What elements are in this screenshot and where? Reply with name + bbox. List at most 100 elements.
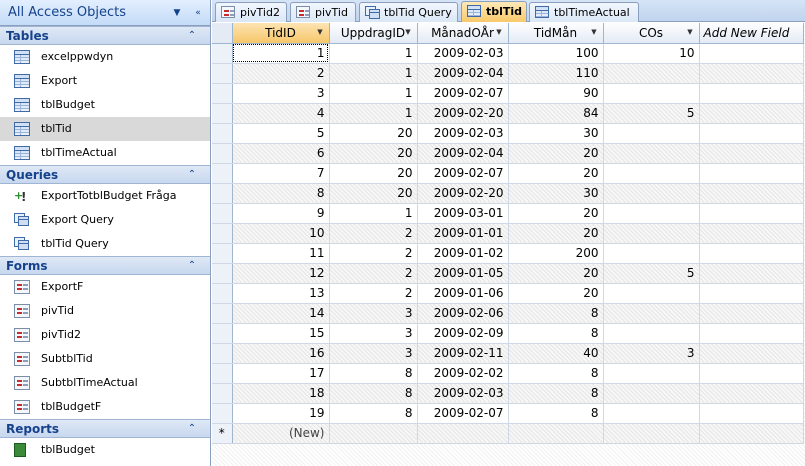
new-record-cell[interactable] xyxy=(508,423,604,444)
new-record-cell[interactable] xyxy=(417,423,509,444)
cell-add-new-field[interactable] xyxy=(699,203,804,224)
cell-tidid[interactable]: 11 xyxy=(232,243,330,264)
record-selector[interactable] xyxy=(212,343,233,364)
record-selector[interactable] xyxy=(212,183,233,204)
cell-månadoår[interactable]: 2009-02-06 xyxy=(417,303,509,324)
cell-add-new-field[interactable] xyxy=(699,43,804,64)
table-row[interactable]: 16 3 2009-02-11 40 3 xyxy=(212,343,804,364)
cell-månadoår[interactable]: 2009-02-02 xyxy=(417,363,509,384)
cell-tidid[interactable]: 10 xyxy=(232,223,330,244)
nav-item-tbltid-query[interactable]: tblTid Query xyxy=(0,232,210,256)
new-record-label[interactable]: (New) xyxy=(232,423,330,444)
table-row[interactable]: 19 8 2009-02-07 8 xyxy=(212,403,804,424)
record-selector[interactable] xyxy=(212,103,233,124)
cell-uppdragid[interactable]: 1 xyxy=(329,103,418,124)
cell-tidmån[interactable]: 20 xyxy=(508,283,604,304)
cell-tidmån[interactable]: 8 xyxy=(508,383,604,404)
cell-tidid[interactable]: 5 xyxy=(232,123,330,144)
navigation-pane-title[interactable]: All Access Objects xyxy=(8,5,126,20)
cell-månadoår[interactable]: 2009-02-03 xyxy=(417,123,509,144)
cell-månadoår[interactable]: 2009-02-04 xyxy=(417,63,509,84)
cell-tidid[interactable]: 4 xyxy=(232,103,330,124)
column-dropdown-icon[interactable]: ▼ xyxy=(315,27,326,38)
cell-cos[interactable] xyxy=(603,183,700,204)
cell-add-new-field[interactable] xyxy=(699,403,804,424)
record-selector[interactable] xyxy=(212,163,233,184)
table-row[interactable]: 1 1 2009-02-03 100 10 xyxy=(212,43,804,64)
chevron-down-icon[interactable]: ▼ xyxy=(170,6,184,20)
cell-uppdragid[interactable]: 1 xyxy=(329,63,418,84)
record-selector[interactable] xyxy=(212,223,233,244)
cell-uppdragid[interactable]: 3 xyxy=(329,323,418,344)
cell-add-new-field[interactable] xyxy=(699,163,804,184)
table-row[interactable]: 14 3 2009-02-06 8 xyxy=(212,303,804,324)
nav-item-excelppwdyn[interactable]: excelppwdyn xyxy=(0,45,210,69)
cell-tidmån[interactable]: 8 xyxy=(508,303,604,324)
cell-add-new-field[interactable] xyxy=(699,103,804,124)
table-row[interactable]: 11 2 2009-01-02 200 xyxy=(212,243,804,264)
table-row[interactable]: 7 20 2009-02-07 20 xyxy=(212,163,804,184)
cell-månadoår[interactable]: 2009-01-02 xyxy=(417,243,509,264)
cell-uppdragid[interactable]: 20 xyxy=(329,163,418,184)
cell-tidmån[interactable]: 20 xyxy=(508,143,604,164)
cell-cos[interactable]: 3 xyxy=(603,343,700,364)
cell-cos[interactable] xyxy=(603,63,700,84)
select-all-cell[interactable] xyxy=(212,23,233,44)
table-row[interactable]: 15 3 2009-02-09 8 xyxy=(212,323,804,344)
column-header-månadoår[interactable]: MånadOÅr ▼ xyxy=(417,23,509,44)
table-row[interactable]: 4 1 2009-02-20 84 5 xyxy=(212,103,804,124)
column-header-tidid[interactable]: TidID ▼ xyxy=(232,23,330,44)
nav-item-pivtid[interactable]: pivTid xyxy=(0,299,210,323)
cell-tidid[interactable]: 7 xyxy=(232,163,330,184)
column-dropdown-icon[interactable]: ▼ xyxy=(685,27,696,38)
nav-item-export-query[interactable]: Export Query xyxy=(0,208,210,232)
cell-add-new-field[interactable] xyxy=(699,243,804,264)
new-record-cell[interactable] xyxy=(603,423,700,444)
cell-uppdragid[interactable]: 8 xyxy=(329,363,418,384)
nav-item-exportf[interactable]: ExportF xyxy=(0,275,210,299)
tab-pivtid2[interactable]: pivTid2 xyxy=(215,2,287,22)
cell-uppdragid[interactable]: 8 xyxy=(329,403,418,424)
cell-uppdragid[interactable]: 20 xyxy=(329,183,418,204)
cell-uppdragid[interactable]: 20 xyxy=(329,123,418,144)
cell-cos[interactable] xyxy=(603,223,700,244)
record-selector[interactable] xyxy=(212,63,233,84)
new-record-row[interactable]: * (New) xyxy=(212,423,804,444)
cell-månadoår[interactable]: 2009-02-07 xyxy=(417,403,509,424)
cell-månadoår[interactable]: 2009-03-01 xyxy=(417,203,509,224)
cell-cos[interactable] xyxy=(603,123,700,144)
nav-item-tblbudget[interactable]: tblBudget xyxy=(0,438,210,462)
cell-add-new-field[interactable] xyxy=(699,323,804,344)
cell-tidmån[interactable]: 20 xyxy=(508,163,604,184)
column-header-tidmån[interactable]: TidMån ▼ xyxy=(508,23,604,44)
cell-cos[interactable]: 10 xyxy=(603,43,700,64)
cell-tidid[interactable]: 17 xyxy=(232,363,330,384)
cell-add-new-field[interactable] xyxy=(699,363,804,384)
collapse-group-icon[interactable]: ⌃ xyxy=(185,168,199,182)
cell-tidid[interactable]: 18 xyxy=(232,383,330,404)
cell-add-new-field[interactable] xyxy=(699,143,804,164)
cell-cos[interactable] xyxy=(603,303,700,324)
cell-uppdragid[interactable]: 2 xyxy=(329,243,418,264)
cell-add-new-field[interactable] xyxy=(699,183,804,204)
add-new-field-header[interactable]: Add New Field xyxy=(699,23,804,44)
collapse-group-icon[interactable]: ⌃ xyxy=(185,29,199,43)
cell-tidmån[interactable]: 8 xyxy=(508,363,604,384)
table-row[interactable]: 8 20 2009-02-20 30 xyxy=(212,183,804,204)
cell-add-new-field[interactable] xyxy=(699,63,804,84)
record-selector[interactable] xyxy=(212,283,233,304)
collapse-group-icon[interactable]: ⌃ xyxy=(185,259,199,273)
nav-item-tblbudgetf[interactable]: tblBudgetF xyxy=(0,395,210,419)
cell-cos[interactable]: 5 xyxy=(603,103,700,124)
cell-tidid[interactable]: 2 xyxy=(232,63,330,84)
cell-uppdragid[interactable]: 2 xyxy=(329,223,418,244)
nav-item-subtbltimeactual[interactable]: SubtblTimeActual xyxy=(0,371,210,395)
cell-uppdragid[interactable]: 1 xyxy=(329,83,418,104)
cell-uppdragid[interactable]: 2 xyxy=(329,263,418,284)
column-header-cos[interactable]: COs ▼ xyxy=(603,23,700,44)
cell-tidmån[interactable]: 20 xyxy=(508,263,604,284)
cell-tidid[interactable]: 3 xyxy=(232,83,330,104)
cell-cos[interactable] xyxy=(603,363,700,384)
nav-item-export[interactable]: Export xyxy=(0,69,210,93)
nav-item-subtbltid[interactable]: SubtblTid xyxy=(0,347,210,371)
